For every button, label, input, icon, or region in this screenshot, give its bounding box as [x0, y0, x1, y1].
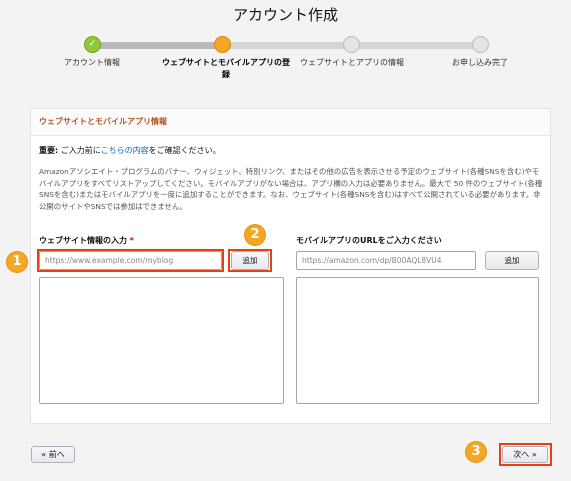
next-label: 次へ	[513, 450, 530, 459]
section-description: Amazonアソシエイト・プログラムのバナー、ウィジェット、特別リンク、またはそ…	[39, 167, 543, 211]
step-connector-3	[350, 42, 475, 49]
website-label-text: ウェブサイト情報の入力	[39, 236, 127, 245]
step-2-label: ウェブサイトとモバイルアプリの登録	[162, 58, 290, 79]
double-chevron-right-icon: »	[531, 450, 537, 459]
app-field-label: モバイルアプリのURLをご入力ください	[296, 236, 442, 245]
next-button[interactable]: 次へ »	[502, 446, 548, 463]
step-1-label: アカウント情報	[64, 58, 120, 67]
annotation-badge-3: 3	[466, 442, 486, 462]
checkmark-icon: ✓	[88, 39, 97, 49]
step-4-icon	[472, 36, 489, 53]
required-mark: *	[129, 236, 134, 245]
previous-label: 前へ	[48, 450, 65, 459]
progress-stepper: ✓ アカウント情報 ウェブサイトとモバイルアプリの登録 ウェブサイトとアプリの情…	[0, 30, 571, 90]
previous-button[interactable]: « 前へ	[31, 446, 75, 463]
guidelines-link[interactable]: こちらの内容	[101, 146, 149, 155]
important-notice: 重要: ご入力前にこちらの内容をご確認ください。	[39, 145, 221, 156]
step-4-label: お申し込み完了	[452, 58, 508, 67]
important-label: 重要:	[39, 146, 59, 155]
website-field-label: ウェブサイト情報の入力 *	[39, 235, 134, 246]
add-app-button[interactable]: 追加	[485, 251, 539, 270]
add-website-button[interactable]: 追加	[231, 251, 269, 270]
annotation-badge-2: 2	[245, 225, 265, 245]
double-chevron-left-icon: «	[41, 450, 47, 459]
step-3-icon	[343, 36, 360, 53]
website-list-box[interactable]	[39, 277, 284, 404]
website-app-info-card: ウェブサイトとモバイルアプリ情報 重要: ご入力前にこちらの内容をご確認ください…	[30, 108, 551, 424]
app-list-box[interactable]	[296, 277, 539, 404]
app-url-input[interactable]: https://amazon.com/dp/B00AQL8VU4	[296, 251, 476, 270]
step-connector-1	[97, 42, 219, 49]
step-2-current-icon	[214, 36, 231, 53]
step-connector-2	[228, 42, 350, 49]
annotation-badge-1: 1	[7, 252, 27, 272]
section-title: ウェブサイトとモバイルアプリ情報	[31, 109, 550, 136]
website-url-input[interactable]: https://www.example.com/myblog	[39, 251, 222, 270]
step-3-label: ウェブサイトとアプリの情報	[300, 58, 404, 67]
important-text-pre: ご入力前に	[58, 146, 101, 155]
page-title: アカウント作成	[232, 6, 338, 24]
step-1-complete-icon: ✓	[84, 36, 101, 53]
important-text-post: をご確認ください。	[148, 146, 221, 155]
